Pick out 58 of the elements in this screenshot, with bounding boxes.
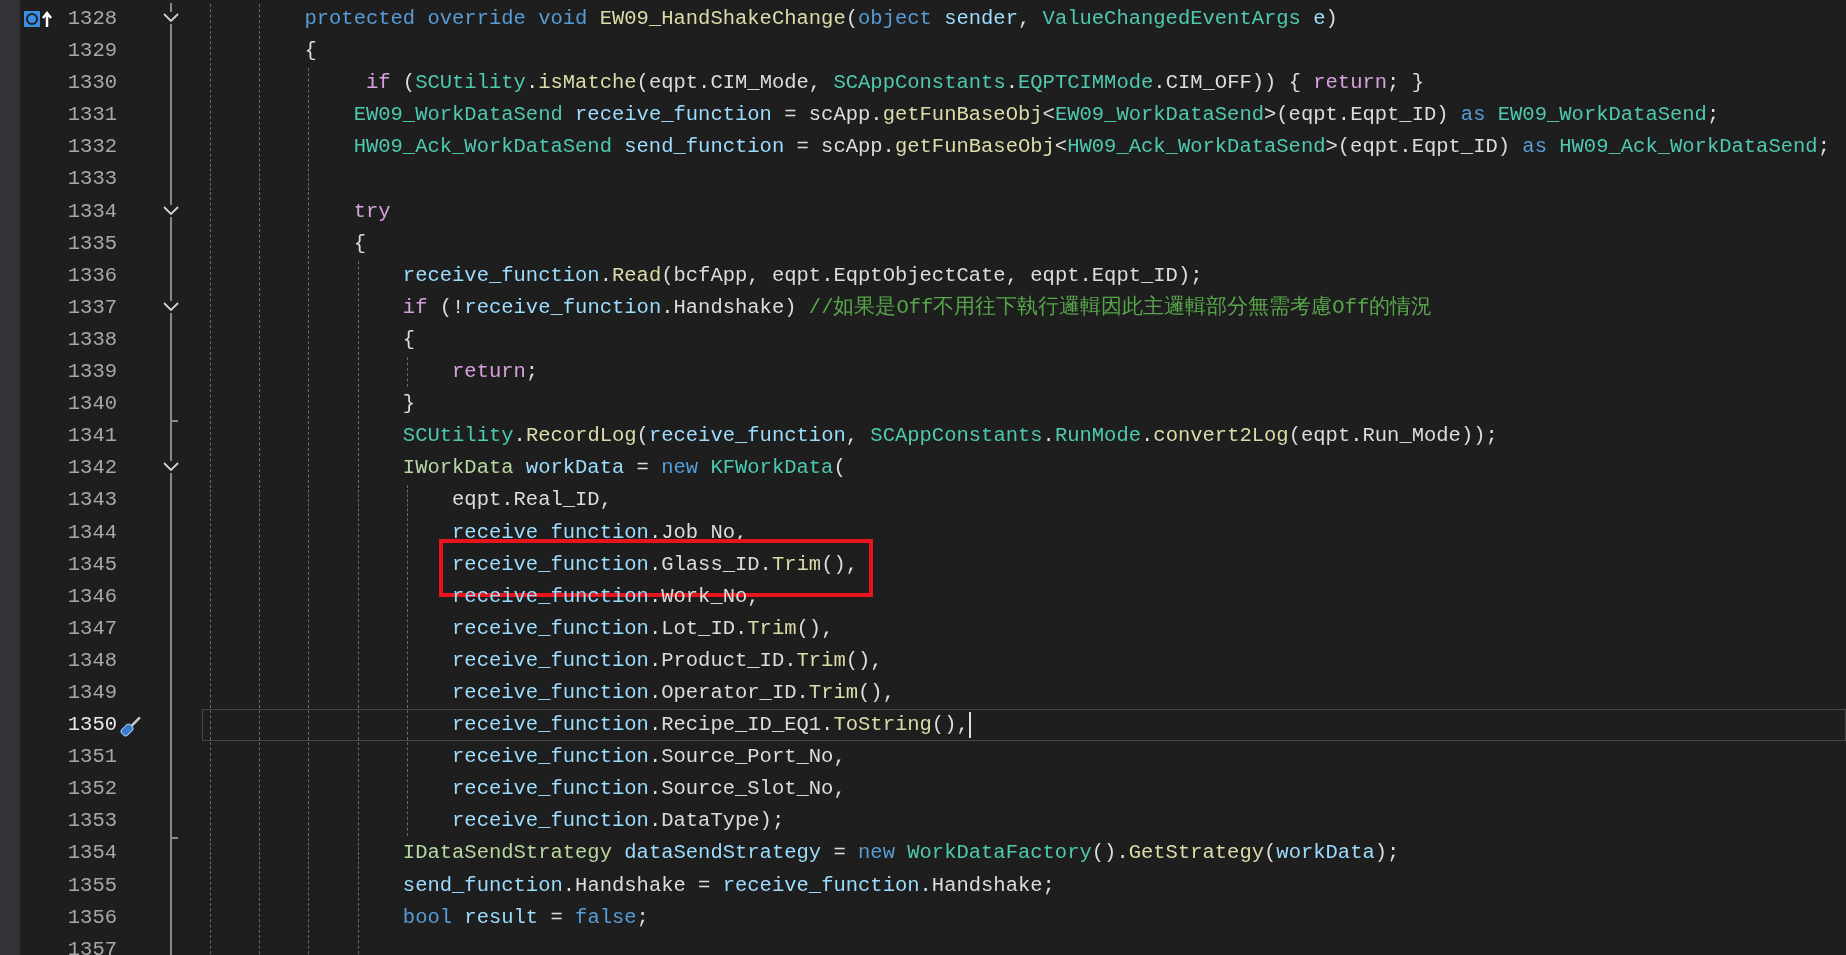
line-number: 1340 (66, 391, 117, 418)
line-number: 1333 (66, 166, 117, 193)
line-number: 1330 (66, 70, 117, 97)
code-line: } (402, 392, 416, 416)
code-line: SCUtility.RecordLog(receive_function, SCAppConstants.RunMode.convert2Log(eqpt.Run_Mode)); (402, 424, 1498, 448)
line-number: 1352 (66, 776, 117, 803)
line-number: 1356 (66, 904, 117, 931)
code-line: receive_function.Lot_ID.Trim(), (452, 616, 834, 640)
code-line: protected override void EW09_HandShakeChange(object sender, ValueChangedEventArgs e) (304, 7, 1338, 31)
line-number: 1355 (66, 872, 117, 899)
override-icon[interactable] (23, 9, 53, 30)
code-line: receive_function.Recipe_ID_EQ1.ToString(), (452, 713, 969, 737)
line-number: 1349 (66, 679, 117, 706)
line-number: 1348 (66, 647, 117, 674)
code-line: eqpt.Real_ID, (452, 488, 612, 512)
code-line: receive_function.Source_Port_No, (452, 745, 846, 769)
code-line: receive_function.Product_ID.Trim(), (452, 648, 883, 672)
line-number: 1329 (66, 38, 117, 65)
line-number: 1341 (66, 423, 117, 450)
line-number: 1346 (66, 583, 117, 610)
line-number: 1353 (66, 808, 117, 835)
code-line: { (353, 231, 366, 255)
line-number: 1344 (66, 519, 117, 546)
line-number: 1351 (66, 744, 117, 771)
text-cursor (968, 712, 971, 739)
code-line: return; (452, 360, 539, 384)
line-number: 1345 (66, 551, 117, 578)
code-line: receive_function.DataType); (452, 809, 785, 833)
code-line: EW09_WorkDataSend receive_function = scApp.getFunBaseObj<EW09_WorkDataSend>(eqpt.Eqpt_ID) as EW09_WorkDataSend; (353, 103, 1720, 127)
line-number: 1337 (66, 294, 117, 321)
line-number: 1335 (66, 230, 117, 257)
code-line: receive_function.Read(bcfApp, eqpt.EqptObjectCate, eqpt.Eqpt_ID); (402, 263, 1203, 287)
line-number: 1334 (66, 198, 117, 225)
line-number: 1350 (66, 712, 117, 739)
code-line: bool result = false; (402, 905, 649, 929)
code-line: receive_function.Operator_ID.Trim(), (452, 681, 895, 704)
code-line: send_function.Handshake = receive_function.Handshake; (402, 873, 1055, 897)
code-line: receive_function.Source_Slot_No, (452, 777, 846, 801)
line-number: 1336 (66, 262, 117, 289)
line-number: 1328 (66, 6, 117, 32)
line-number: 1357 (66, 936, 117, 955)
code-line: IWorkData workData = new KFWorkData( (402, 456, 846, 480)
code-line: HW09_Ack_WorkDataSend send_function = scApp.getFunBaseObj<HW09_Ack_WorkDataSend>(eqpt.Eqpt_ID) as HW09_Ack_WorkDataSend; (353, 135, 1830, 159)
line-number: 1332 (66, 134, 117, 161)
line-number: 1354 (66, 840, 117, 867)
line-number: 1339 (66, 359, 117, 386)
code-line: { (402, 328, 416, 351)
code-line: if (SCUtility.isMatche(eqpt.CIM_Mode, SCAppConstants.EQPTCIMMode.CIM_OFF)) { return; } (365, 71, 1424, 95)
code-line: if (!receive_function.Handshake) //如果是Off不用往下執行邏輯因此主邏輯部分無需考慮Off的情況 (402, 295, 1433, 319)
code-line: try (353, 199, 391, 223)
code-line: receive_function.Glass_ID.Trim(), (452, 552, 859, 576)
line-number: 1331 (66, 102, 117, 129)
code-line: IDataSendStrategy dataSendStrategy = new WorkDataFactory().GetStrategy(workData); (402, 841, 1400, 865)
line-number: 1343 (66, 487, 117, 514)
line-number: 1338 (66, 326, 117, 353)
code-line: { (304, 39, 317, 63)
line-number: 1347 (66, 615, 117, 642)
line-number: 1342 (66, 455, 117, 482)
